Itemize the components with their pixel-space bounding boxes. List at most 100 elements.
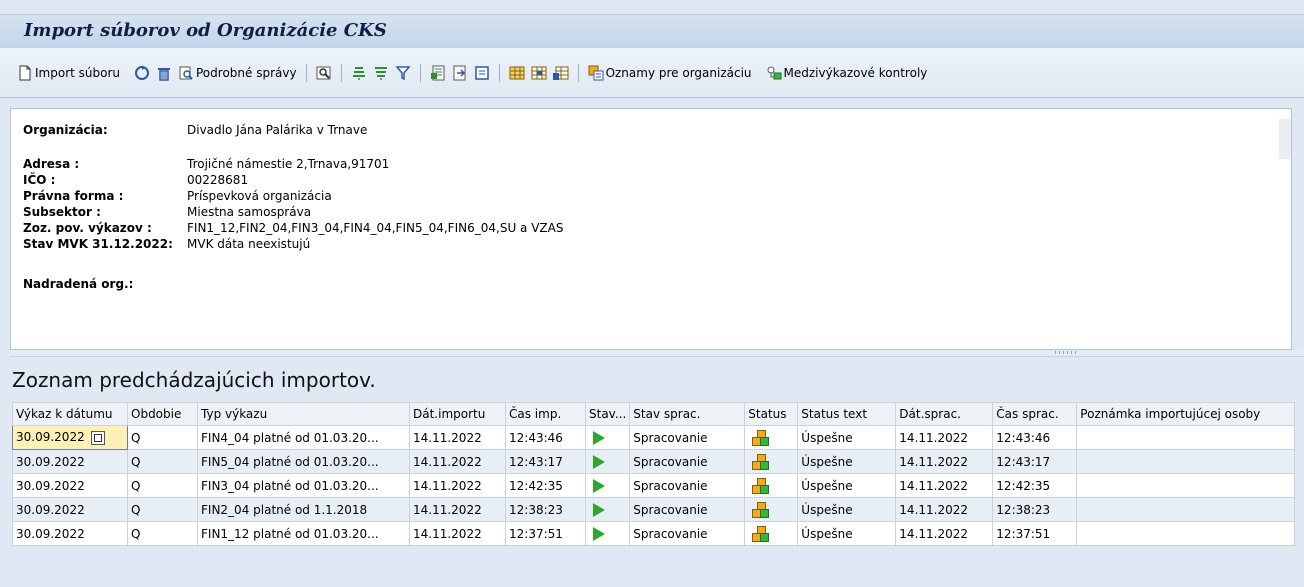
cell-status[interactable]	[744, 521, 799, 546]
cell-import-date[interactable]: 14.11.2022	[409, 449, 506, 474]
cell-import-time[interactable]: 12:43:17	[505, 449, 586, 474]
col-header-status-text[interactable]: Status text	[797, 402, 897, 426]
select-layout-button[interactable]	[528, 60, 550, 86]
cell-processing-state[interactable]: Spracovanie	[629, 449, 746, 474]
layout-button[interactable]	[506, 60, 528, 86]
cell-status[interactable]	[744, 473, 799, 498]
col-header-note[interactable]: Poznámka importujúcej osoby	[1076, 402, 1296, 426]
cell-report-type[interactable]: FIN2_04 platné od 1.1.2018	[197, 497, 410, 522]
cell-note[interactable]	[1076, 497, 1296, 522]
cell-processing-time[interactable]: 12:43:17	[992, 449, 1078, 474]
cell-report-date[interactable]: 30.09.2022	[12, 425, 128, 450]
cell-import-date[interactable]: 14.11.2022	[409, 521, 506, 546]
cell-import-time[interactable]: 12:43:46	[505, 425, 586, 450]
cell-processing-date[interactable]: 14.11.2022	[895, 473, 994, 498]
cell-processing-state[interactable]: Spracovanie	[629, 425, 746, 450]
cell-processing-date[interactable]: 14.11.2022	[895, 521, 994, 546]
sort-ascending-button[interactable]	[348, 60, 370, 86]
cell-period[interactable]: Q	[127, 473, 198, 498]
cell-report-date[interactable]: 30.09.2022	[12, 473, 128, 498]
col-header-report-date[interactable]: Výkaz k dátumu	[12, 402, 128, 426]
col-header-period[interactable]: Obdobie	[127, 402, 198, 426]
vertical-scrollbar[interactable]	[1279, 119, 1291, 159]
save-layout-button[interactable]	[550, 60, 572, 86]
cell-status-text[interactable]: Úspešne	[797, 521, 897, 546]
cell-report-type[interactable]: FIN3_04 platné od 01.03.20...	[197, 473, 410, 498]
col-header-processing-state[interactable]: Stav sprac.	[629, 402, 746, 426]
cell-report-date[interactable]: 30.09.2022	[12, 497, 128, 522]
splitter-handle[interactable]	[10, 350, 1304, 357]
cell-processing-time[interactable]: 12:42:35	[992, 473, 1078, 498]
col-header-processing-date[interactable]: Dát.sprac.	[895, 402, 994, 426]
table-row[interactable]: 30.09.2022 Q FIN1_12 platné od 01.03.20.…	[12, 521, 1296, 546]
filter-button[interactable]	[392, 60, 414, 86]
cell-processing-time[interactable]: 12:37:51	[992, 521, 1078, 546]
cell-period[interactable]: Q	[127, 449, 198, 474]
cell-status[interactable]	[744, 425, 799, 450]
cell-status-text[interactable]: Úspešne	[797, 449, 897, 474]
cell-report-date[interactable]: 30.09.2022	[12, 521, 128, 546]
cell-state[interactable]	[584, 521, 631, 546]
cell-processing-date[interactable]: 14.11.2022	[895, 449, 994, 474]
find-button[interactable]	[313, 60, 335, 86]
col-header-report-type[interactable]: Typ výkazu	[197, 402, 410, 426]
import-file-button[interactable]: Import súboru	[14, 60, 123, 86]
refresh-button[interactable]	[131, 60, 153, 86]
col-header-import-date[interactable]: Dát.importu	[409, 402, 506, 426]
cell-report-type[interactable]: FIN4_04 platné od 01.03.20...	[197, 425, 410, 450]
cell-status[interactable]	[744, 449, 799, 474]
cell-status-text[interactable]: Úspešne	[797, 473, 897, 498]
cell-note[interactable]	[1076, 521, 1296, 546]
cell-report-type[interactable]: FIN1_12 platné od 01.03.20...	[197, 521, 410, 546]
col-header-processing-time[interactable]: Čas sprac.	[992, 402, 1078, 426]
col-header-status[interactable]: Status	[744, 402, 799, 426]
cell-status-text[interactable]: Úspešne	[797, 497, 897, 522]
cell-processing-state[interactable]: Spracovanie	[629, 497, 746, 522]
cell-period[interactable]: Q	[127, 497, 198, 522]
play-icon	[593, 430, 605, 445]
cell-note[interactable]	[1076, 449, 1296, 474]
cell-period[interactable]: Q	[127, 425, 198, 450]
cell-note[interactable]	[1076, 425, 1296, 450]
table-row[interactable]: 30.09.2022 Q FIN2_04 platné od 1.1.2018 …	[12, 497, 1296, 522]
export-spreadsheet-button[interactable]	[427, 60, 449, 86]
cell-processing-date[interactable]: 14.11.2022	[895, 425, 994, 450]
cell-report-type[interactable]: FIN5_04 platné od 01.03.20...	[197, 449, 410, 474]
cell-state[interactable]	[584, 449, 631, 474]
imports-table: Výkaz k dátumu Obdobie Typ výkazu Dát.im…	[12, 402, 1296, 546]
cell-processing-state[interactable]: Spracovanie	[629, 473, 746, 498]
print-preview-button[interactable]	[471, 60, 493, 86]
cell-processing-state[interactable]: Spracovanie	[629, 521, 746, 546]
calendar-icon[interactable]	[90, 430, 105, 445]
cell-state[interactable]	[584, 425, 631, 450]
cell-import-date[interactable]: 14.11.2022	[409, 497, 506, 522]
cell-note[interactable]	[1076, 473, 1296, 498]
detail-messages-button[interactable]: Podrobné správy	[175, 60, 300, 86]
cell-import-time[interactable]: 12:38:23	[505, 497, 586, 522]
cell-processing-time[interactable]: 12:38:23	[992, 497, 1078, 522]
cell-status[interactable]	[744, 497, 799, 522]
sort-descending-button[interactable]	[370, 60, 392, 86]
cross-report-checks-button[interactable]: Medzivýkazové kontroly	[763, 60, 931, 86]
cell-state[interactable]	[584, 497, 631, 522]
cell-import-time[interactable]: 12:37:51	[505, 521, 586, 546]
table-row[interactable]: 30.09.2022 Q FIN4_04 platné od 01.03.20.…	[12, 425, 1296, 450]
select-layout-icon	[531, 65, 547, 81]
cell-processing-date[interactable]: 14.11.2022	[895, 497, 994, 522]
cell-processing-time[interactable]: 12:43:46	[992, 425, 1078, 450]
col-header-import-time[interactable]: Čas imp.	[505, 402, 586, 426]
cell-status-text[interactable]: Úspešne	[797, 425, 897, 450]
delete-button[interactable]	[153, 60, 175, 86]
cell-state[interactable]	[584, 473, 631, 498]
table-row[interactable]: 30.09.2022 Q FIN3_04 platné od 01.03.20.…	[12, 473, 1296, 498]
info-row-address: Adresa : Trojičné námestie 2,Trnava,91701	[23, 157, 389, 171]
cell-import-date[interactable]: 14.11.2022	[409, 473, 506, 498]
notices-for-organization-button[interactable]: Oznamy pre organizáciu	[585, 60, 755, 86]
cell-import-time[interactable]: 12:42:35	[505, 473, 586, 498]
col-header-state[interactable]: Stav...	[584, 402, 631, 426]
cell-report-date[interactable]: 30.09.2022	[12, 449, 128, 474]
table-row[interactable]: 30.09.2022 Q FIN5_04 platné od 01.03.20.…	[12, 449, 1296, 474]
cell-import-date[interactable]: 14.11.2022	[409, 425, 506, 450]
export-local-file-button[interactable]	[449, 60, 471, 86]
cell-period[interactable]: Q	[127, 521, 198, 546]
